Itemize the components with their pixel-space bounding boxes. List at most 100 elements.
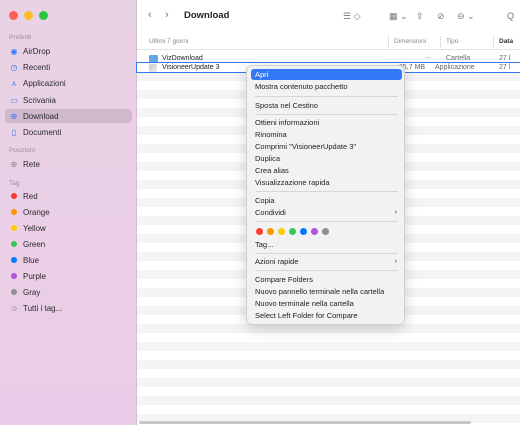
gray-tag-icon	[11, 289, 17, 295]
sidebar: Preferiti ◉ AirDrop ◷ Recenti ⋏ Applicaz…	[0, 0, 137, 425]
horizontal-scrollbar[interactable]	[139, 421, 471, 424]
menu-item-show-package[interactable]: Mostra contenuto pacchetto	[251, 81, 402, 92]
menu-item-trash[interactable]: Sposta nel Cestino	[251, 100, 402, 111]
sidebar-item-documenti[interactable]: ▯ Documenti	[5, 125, 132, 139]
download-icon: ⊕	[10, 111, 18, 121]
sidebar-item-airdrop[interactable]: ◉ AirDrop	[5, 44, 132, 58]
search-icon[interactable]: Q	[507, 11, 514, 21]
menu-item-compress[interactable]: Comprimi "VisioneerUpdate 3"	[251, 141, 402, 152]
tags-title: Tag	[9, 180, 20, 187]
menu-item-quicklook[interactable]: Visualizzazione rapida	[251, 177, 402, 188]
file-name: VizDownload	[162, 55, 203, 62]
menu-item-compare-folders[interactable]: Compare Folders	[251, 274, 402, 285]
clock-icon: ◷	[10, 62, 18, 72]
menu-item-new-terminal[interactable]: Nuovo terminale nella cartella	[251, 298, 402, 309]
menu-item-select-left[interactable]: Select Left Folder for Compare	[251, 310, 402, 321]
sidebar-tag-purple[interactable]: Purple	[5, 269, 132, 283]
file-kind: Cartella	[446, 55, 471, 62]
gray-tag-button[interactable]	[322, 228, 329, 235]
forward-button[interactable]: ›	[165, 9, 169, 21]
network-icon: ⊕	[10, 159, 18, 169]
menu-separator	[255, 253, 398, 254]
airdrop-icon: ◉	[10, 46, 18, 56]
menu-separator	[255, 221, 398, 222]
window-title: Download	[184, 10, 230, 21]
sidebar-tag-orange[interactable]: Orange	[5, 205, 132, 219]
column-size[interactable]: Dimensioni	[394, 38, 426, 45]
sidebar-all-tags[interactable]: ⊃ Tutti i tag...	[5, 301, 132, 315]
menu-separator	[255, 114, 398, 115]
menu-separator	[255, 191, 398, 192]
tag-toolbar-icon[interactable]: ⊘	[437, 11, 445, 22]
file-date: 27 l	[499, 55, 511, 62]
menu-item-quick-actions[interactable]: Azioni rapide ›	[251, 256, 402, 267]
red-tag-icon	[11, 193, 17, 199]
yellow-tag-button[interactable]	[278, 228, 285, 235]
menu-item-info[interactable]: Ottieni informazioni	[251, 117, 402, 128]
menu-item-duplicate[interactable]: Duplica	[251, 153, 402, 164]
column-divider	[388, 36, 389, 48]
close-button[interactable]	[9, 11, 18, 20]
purple-tag-icon	[11, 273, 17, 279]
red-tag-button[interactable]	[256, 228, 263, 235]
menu-item-alias[interactable]: Crea alias	[251, 165, 402, 176]
zoom-button[interactable]	[39, 11, 48, 20]
sidebar-tag-gray[interactable]: Gray	[5, 285, 132, 299]
tag-colors	[256, 228, 329, 235]
green-tag-icon	[11, 241, 17, 247]
sidebar-tag-red[interactable]: Red	[5, 189, 132, 203]
table-row[interactable]: VizDownload -- Cartella 27 l	[137, 54, 520, 63]
sidebar-item-scrivania[interactable]: ▭ Scrivania	[5, 93, 132, 107]
orange-tag-button[interactable]	[267, 228, 274, 235]
menu-item-new-terminal-tab[interactable]: Nuovo pannello terminale nella cartella	[251, 286, 402, 297]
chevron-right-icon: ›	[394, 209, 397, 216]
menu-separator	[255, 270, 398, 271]
purple-tag-button[interactable]	[311, 228, 318, 235]
menu-item-tags[interactable]: Tag...	[251, 239, 402, 250]
group-icon[interactable]: ▦ ⌄	[389, 11, 408, 22]
menu-item-rename[interactable]: Rinomina	[251, 129, 402, 140]
sidebar-tag-yellow[interactable]: Yellow	[5, 221, 132, 235]
file-date: 27 l	[499, 64, 511, 71]
green-tag-button[interactable]	[289, 228, 296, 235]
yellow-tag-icon	[11, 225, 17, 231]
file-size: --	[426, 55, 431, 62]
document-icon: ▯	[11, 127, 17, 137]
context-menu: Apri Mostra contenuto pacchetto Sposta n…	[246, 65, 405, 325]
sidebar-tag-blue[interactable]: Blue	[5, 253, 132, 267]
column-divider	[493, 36, 494, 48]
menu-item-open[interactable]: Apri	[251, 69, 402, 80]
blue-tag-button[interactable]	[300, 228, 307, 235]
desktop-icon: ▭	[10, 95, 18, 105]
back-button[interactable]: ‹	[148, 9, 152, 21]
blue-tag-icon	[11, 257, 17, 263]
sidebar-item-download[interactable]: ⊕ Download	[5, 109, 132, 123]
column-divider	[440, 36, 441, 48]
column-name[interactable]: Ultimi 7 giorni	[149, 38, 188, 45]
orange-tag-icon	[11, 209, 17, 215]
folder-icon	[149, 55, 158, 62]
menu-item-copy[interactable]: Copia	[251, 195, 402, 206]
tag-icon: ⊃	[10, 303, 18, 313]
locations-title: Posizioni	[9, 147, 36, 154]
file-kind: Applicazione	[435, 64, 475, 71]
column-kind[interactable]: Tipo	[446, 38, 458, 45]
sidebar-item-applicazioni[interactable]: ⋏ Applicazioni	[5, 76, 132, 90]
sidebar-item-rete[interactable]: ⊕ Rete	[5, 157, 132, 171]
column-header: Ultimi 7 giorni Dimensioni Tipo Data	[137, 34, 520, 50]
chevron-right-icon: ›	[394, 258, 397, 265]
window-controls	[9, 11, 48, 20]
share-icon[interactable]: ⇪	[416, 11, 424, 22]
menu-item-share[interactable]: Condividi ›	[251, 207, 402, 218]
favorites-title: Preferiti	[9, 34, 32, 41]
column-date[interactable]: Data	[499, 38, 513, 45]
sidebar-tag-green[interactable]: Green	[5, 237, 132, 251]
app-icon	[149, 63, 157, 72]
menu-separator	[255, 96, 398, 97]
minimize-button[interactable]	[24, 11, 33, 20]
more-icon[interactable]: ⊖ ⌄	[457, 11, 475, 22]
apps-icon: ⋏	[11, 78, 17, 88]
view-options-icon[interactable]: ☰ ◇	[343, 11, 361, 22]
sidebar-item-recenti[interactable]: ◷ Recenti	[5, 60, 132, 74]
file-name: VisioneerUpdate 3	[162, 64, 220, 71]
